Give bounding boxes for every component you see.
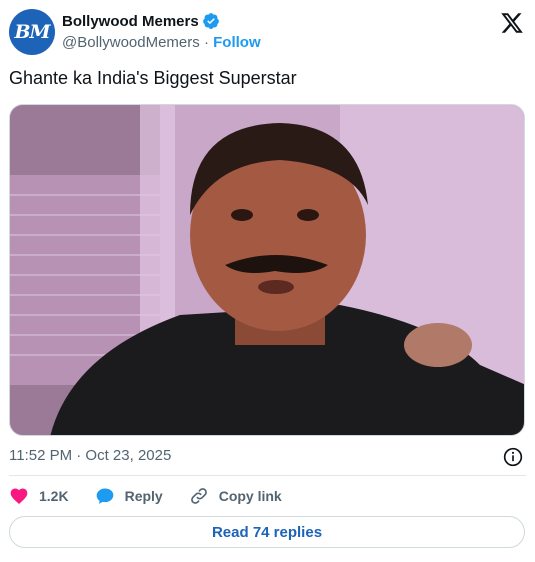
follow-button[interactable]: Follow <box>213 34 261 51</box>
reply-button[interactable]: Reply <box>95 486 163 506</box>
timestamp[interactable]: 11:52 PM · Oct 23, 2025 <box>9 447 171 464</box>
copy-link-button[interactable]: Copy link <box>189 486 282 506</box>
heart-icon <box>10 488 28 504</box>
tweet-video-thumbnail[interactable] <box>9 104 525 436</box>
like-count: 1.2K <box>39 488 69 504</box>
divider <box>9 475 526 476</box>
reply-label: Reply <box>124 488 163 504</box>
verified-badge-icon <box>202 13 219 29</box>
read-replies-button[interactable]: Read 74 replies <box>9 516 525 548</box>
display-name[interactable]: Bollywood Memers <box>62 13 199 30</box>
name-row: Bollywood Memers <box>62 12 220 30</box>
copy-link-label: Copy link <box>218 488 282 504</box>
link-icon <box>190 488 207 504</box>
handle[interactable]: @BollywoodMemers <box>62 34 200 51</box>
avatar-initials: BM <box>14 21 50 43</box>
handle-separator: · <box>203 34 209 51</box>
video-frame-illustration <box>10 105 524 435</box>
action-bar: 1.2K Reply Copy link <box>9 485 308 507</box>
x-logo-icon[interactable] <box>500 11 524 35</box>
tweet-meta-row: 11:52 PM · Oct 23, 2025 <box>9 447 526 467</box>
reply-bubble-icon <box>96 488 113 504</box>
info-icon[interactable] <box>503 447 523 467</box>
handle-row: @BollywoodMemers · Follow <box>62 34 261 51</box>
like-button[interactable]: 1.2K <box>9 486 69 506</box>
tweet-header: BM Bollywood Memers @BollywoodMemers · F… <box>9 9 526 55</box>
tweet-text: Ghante ka India's Biggest Superstar <box>9 68 297 88</box>
avatar[interactable]: BM <box>9 9 55 55</box>
